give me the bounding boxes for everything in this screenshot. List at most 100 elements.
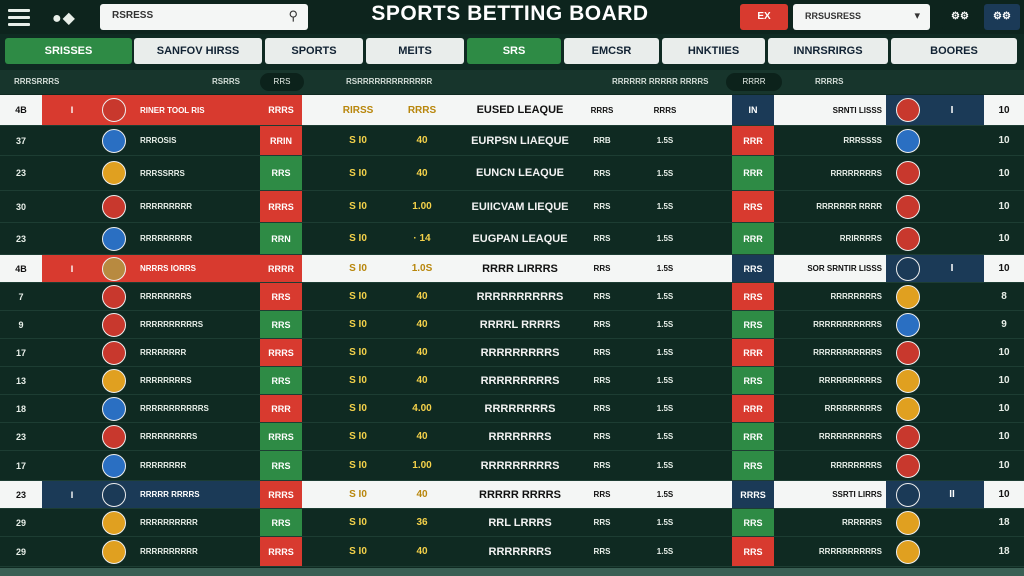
- stake-badge[interactable]: RRS: [260, 451, 302, 480]
- stake-badge[interactable]: RRRS: [260, 191, 302, 222]
- opponent-name[interactable]: RRRRRRRRS: [776, 283, 886, 310]
- team-name[interactable]: RRROSIS: [134, 126, 258, 155]
- team-name[interactable]: RRRRRRRRRRRS: [134, 395, 258, 422]
- odds-secondary[interactable]: 40: [394, 126, 450, 155]
- opponent-name[interactable]: SSRTI LIRRS: [776, 481, 886, 508]
- odds-primary[interactable]: S I0: [334, 423, 382, 450]
- stake-badge-right[interactable]: RRS: [732, 451, 774, 480]
- account-icon-button[interactable]: ⚙⚙: [984, 4, 1020, 30]
- team-name[interactable]: RRRSSRRS: [134, 156, 258, 190]
- odds-secondary[interactable]: 40: [394, 423, 450, 450]
- stake-badge[interactable]: RRN: [260, 223, 302, 254]
- team-name[interactable]: RRRRRRRRR: [134, 191, 258, 222]
- opponent-name[interactable]: SRNTI LISSS: [776, 95, 886, 125]
- odds-secondary[interactable]: 40: [394, 367, 450, 394]
- table-row[interactable]: 23 RRRRRRRRR RRN S I0 · 14 EUGPAN LEAQUE RRS 1.…: [0, 223, 1024, 255]
- stake-badge[interactable]: RRIN: [260, 126, 302, 155]
- odds-secondary[interactable]: 40: [394, 481, 450, 508]
- team-name[interactable]: RRRRRRRRS: [134, 283, 258, 310]
- odds-primary[interactable]: S I0: [334, 126, 382, 155]
- opponent-name[interactable]: RRRRRRRRS: [776, 451, 886, 480]
- team-name[interactable]: RRRRRRRRRR: [134, 537, 258, 566]
- stake-badge-right[interactable]: RRR: [732, 126, 774, 155]
- odds-secondary[interactable]: 40: [394, 339, 450, 366]
- team-name[interactable]: RRRRRRRR: [134, 451, 258, 480]
- opponent-name[interactable]: RRRSSSS: [776, 126, 886, 155]
- odds-primary[interactable]: S I0: [334, 223, 382, 254]
- settings-icon-button[interactable]: ⚙⚙: [942, 4, 978, 30]
- table-row[interactable]: 23 RRRRRRRRRS RRRS S I0 40 RRRRRRRS RRS 1.5S RRR…: [0, 423, 1024, 451]
- opponent-name[interactable]: RRRRRRRRRRRS: [776, 339, 886, 366]
- opponent-name[interactable]: RRRRRRRRS: [776, 156, 886, 190]
- odds-secondary[interactable]: RRRS: [394, 95, 450, 125]
- bottom-scrollbar[interactable]: [0, 568, 1024, 576]
- odds-primary[interactable]: S I0: [334, 367, 382, 394]
- odds-secondary[interactable]: 1.00: [394, 191, 450, 222]
- odds-primary[interactable]: S I0: [334, 481, 382, 508]
- league-name[interactable]: EURPSN LIAEQUE: [452, 126, 588, 155]
- table-row[interactable]: 7 RRRRRRRRS RRS S I0 40 RRRRRRRRRRS RRS 1.5S RRS…: [0, 283, 1024, 311]
- filter-select[interactable]: RRSUSRESS ▾: [793, 4, 930, 30]
- odds-primary[interactable]: RIRSS: [334, 95, 382, 125]
- odds-primary[interactable]: S I0: [334, 191, 382, 222]
- odds-primary[interactable]: S I0: [334, 537, 382, 566]
- table-row[interactable]: 18 RRRRRRRRRRRS RRR S I0 4.00 RRRRRRRRS RRS 1.5…: [0, 395, 1024, 423]
- team-name[interactable]: RRRRRRRRR: [134, 223, 258, 254]
- odds-secondary[interactable]: 36: [394, 509, 450, 536]
- stake-badge[interactable]: RRRS: [260, 423, 302, 450]
- col-header-pill-1[interactable]: RRS: [260, 73, 304, 91]
- odds-primary[interactable]: S I0: [334, 156, 382, 190]
- search-icon[interactable]: ⚲: [288, 8, 298, 24]
- opponent-name[interactable]: RRRRRRRRRRS: [776, 537, 886, 566]
- odds-secondary[interactable]: 40: [394, 283, 450, 310]
- stake-badge[interactable]: RRRS: [260, 339, 302, 366]
- odds-primary[interactable]: S I0: [334, 339, 382, 366]
- league-name[interactable]: RRRRRRRS: [452, 423, 588, 450]
- stake-badge-right[interactable]: RRR: [732, 223, 774, 254]
- stake-badge[interactable]: RRRS: [260, 537, 302, 566]
- search-input[interactable]: RSRESS ⚲: [100, 4, 308, 30]
- odds-primary[interactable]: S I0: [334, 509, 382, 536]
- table-row[interactable]: 37 RRROSIS RRIN S I0 40 EURPSN LIAEQUE RRB 1.5S…: [0, 126, 1024, 156]
- stake-badge[interactable]: RRS: [260, 509, 302, 536]
- stake-badge[interactable]: RRR: [260, 395, 302, 422]
- odds-secondary[interactable]: 40: [394, 156, 450, 190]
- odds-secondary[interactable]: 4.00: [394, 395, 450, 422]
- league-name[interactable]: RRRRRRRRRRS: [452, 283, 588, 310]
- opponent-name[interactable]: RRIRRRRS: [776, 223, 886, 254]
- stake-badge[interactable]: RRRR: [260, 255, 302, 282]
- team-name[interactable]: RRRRRRRRS: [134, 367, 258, 394]
- table-row[interactable]: 17 RRRRRRRR RRS S I0 1.00 RRRRRRRRRS RRS 1.5S RR…: [0, 451, 1024, 481]
- table-row[interactable]: 9 RRRRRRRRRRS RRS S I0 40 RRRRL RRRRS RRS 1.5S R…: [0, 311, 1024, 339]
- league-name[interactable]: EUNCN LEAQUE: [452, 156, 588, 190]
- league-name[interactable]: RRRRRRRS: [452, 537, 588, 566]
- stake-badge-right[interactable]: RRS: [732, 537, 774, 566]
- stake-badge-right[interactable]: IN: [732, 95, 774, 125]
- tab-7[interactable]: INNRSRIRGS: [768, 38, 888, 64]
- team-name[interactable]: RRRRRRRRRS: [134, 423, 258, 450]
- opponent-name[interactable]: RRRRRRRRRRS: [776, 367, 886, 394]
- team-name[interactable]: RRRRRRRR: [134, 339, 258, 366]
- stake-badge-right[interactable]: RRS: [732, 311, 774, 338]
- odds-primary[interactable]: S I0: [334, 255, 382, 282]
- team-name[interactable]: RRRRRRRRRRS: [134, 311, 258, 338]
- league-name[interactable]: RRRRRRRRRS: [452, 367, 588, 394]
- league-name[interactable]: RRRRL RRRRS: [452, 311, 588, 338]
- league-name[interactable]: EUIICVAM LIEQUE: [452, 191, 588, 222]
- hamburger-menu-icon[interactable]: [8, 9, 30, 26]
- tab-6[interactable]: HNKTIIES: [662, 38, 765, 64]
- odds-secondary[interactable]: 40: [394, 537, 450, 566]
- league-name[interactable]: RRRRRRRRS: [452, 395, 588, 422]
- tab-1[interactable]: SANFOV HIRSS: [134, 38, 262, 64]
- odds-primary[interactable]: S I0: [334, 451, 382, 480]
- stake-badge[interactable]: RRS: [260, 156, 302, 190]
- league-name[interactable]: EUSED LEAQUE: [452, 95, 588, 125]
- league-name[interactable]: RRRRR RRRRS: [452, 481, 588, 508]
- league-name[interactable]: RRL LRRRS: [452, 509, 588, 536]
- stake-badge[interactable]: RRS: [260, 283, 302, 310]
- stake-badge[interactable]: RRS: [260, 367, 302, 394]
- col-header-pill-2[interactable]: RRRR: [726, 73, 782, 91]
- tab-0[interactable]: SRISSES: [5, 38, 132, 64]
- opponent-name[interactable]: RRRRRRRRRRS: [776, 423, 886, 450]
- odds-secondary[interactable]: 1.00: [394, 451, 450, 480]
